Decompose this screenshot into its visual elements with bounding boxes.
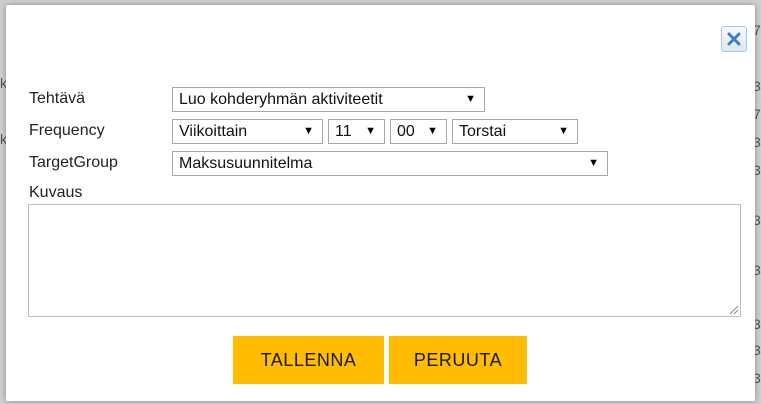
- close-icon: [727, 32, 741, 46]
- chevron-down-icon: ▼: [558, 125, 569, 137]
- task-select-value: Luo kohderyhmän aktiviteetit: [179, 91, 383, 108]
- frequency-weekday-select[interactable]: Torstai ▼: [452, 119, 578, 144]
- frequency-hour-select[interactable]: 11 ▼: [328, 119, 385, 144]
- frequency-weekday-value: Torstai: [459, 123, 507, 140]
- target-group-label: TargetGroup: [29, 154, 118, 171]
- chevron-down-icon: ▼: [465, 93, 476, 105]
- target-group-value: Maksusuunnitelma: [179, 155, 313, 172]
- frequency-hour-value: 11: [335, 123, 352, 140]
- close-button[interactable]: [721, 26, 747, 52]
- frequency-minute-value: 00: [397, 123, 415, 140]
- save-button[interactable]: TALLENNA: [233, 336, 384, 384]
- description-textarea[interactable]: [28, 204, 741, 317]
- schedule-task-dialog: Tehtävä Luo kohderyhmän aktiviteetit ▼ F…: [6, 5, 755, 401]
- frequency-period-select[interactable]: Viikoittain ▼: [172, 119, 323, 144]
- cancel-button[interactable]: PERUUTA: [389, 336, 527, 384]
- resize-handle-icon[interactable]: [729, 305, 739, 315]
- frequency-minute-select[interactable]: 00 ▼: [390, 119, 447, 144]
- chevron-down-icon: ▼: [427, 125, 438, 137]
- task-label: Tehtävä: [29, 90, 86, 107]
- chevron-down-icon: ▼: [365, 125, 376, 137]
- target-group-select[interactable]: Maksusuunnitelma ▼: [172, 151, 608, 176]
- frequency-period-value: Viikoittain: [179, 123, 248, 140]
- description-label: Kuvaus: [29, 184, 83, 201]
- chevron-down-icon: ▼: [588, 157, 599, 169]
- frequency-label: Frequency: [29, 122, 105, 139]
- chevron-down-icon: ▼: [303, 125, 314, 137]
- task-select[interactable]: Luo kohderyhmän aktiviteetit ▼: [172, 87, 485, 112]
